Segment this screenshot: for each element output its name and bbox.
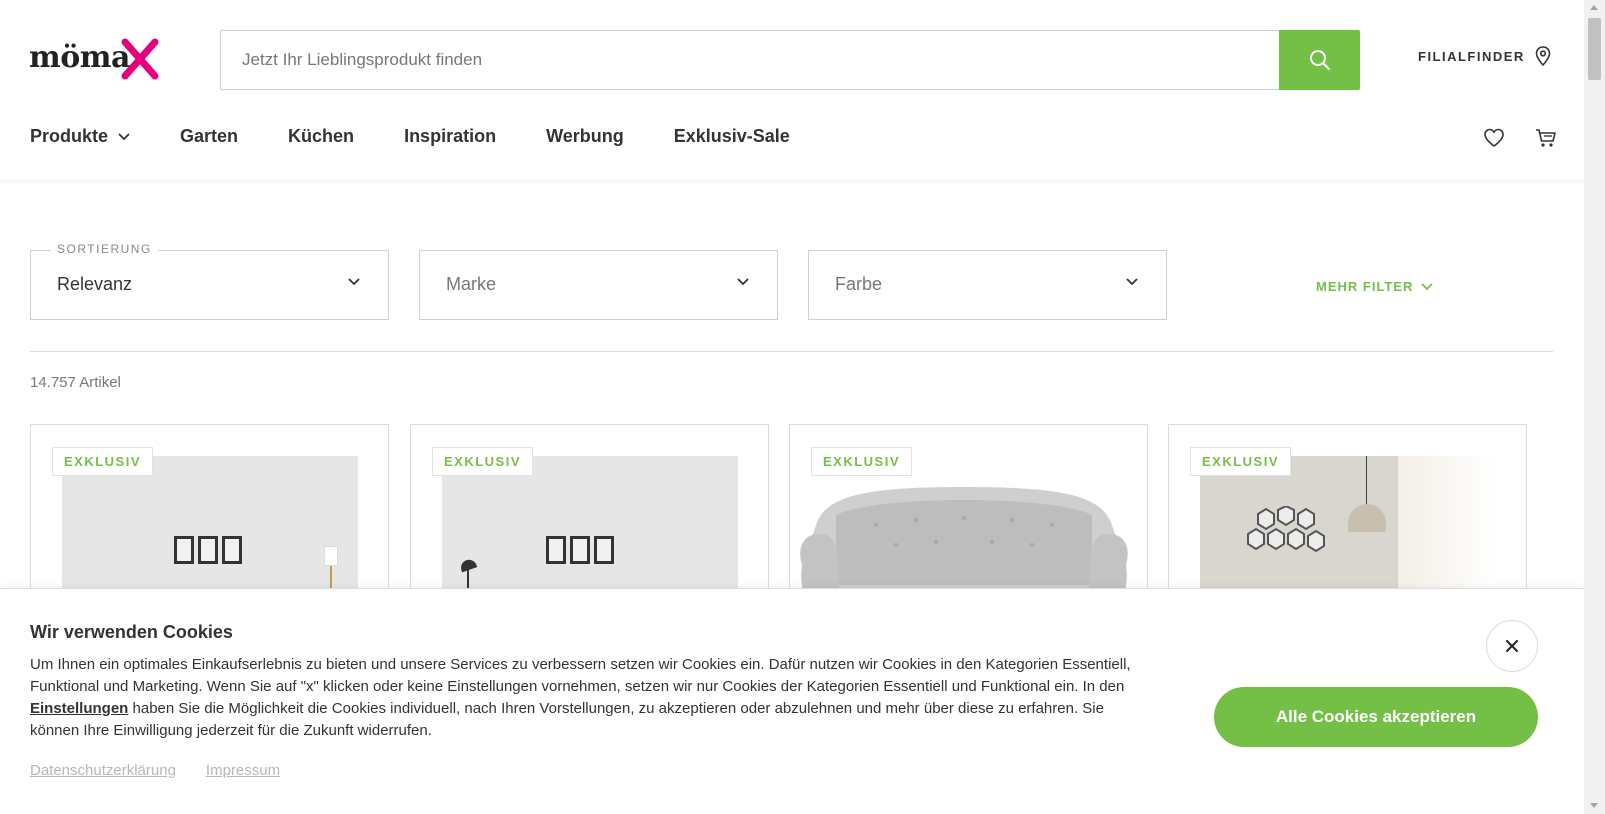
privacy-policy-link[interactable]: Datenschutzerklärung [30, 762, 176, 779]
filter-divider [30, 351, 1553, 352]
nav-item-label: Inspiration [404, 126, 497, 146]
scrollbar-thumb[interactable] [1588, 18, 1601, 80]
site-header: möma FILIALFINDER Pro [0, 0, 1584, 180]
scroll-down-arrow[interactable] [1590, 803, 1598, 808]
heart-icon [1484, 128, 1504, 147]
sort-select[interactable]: SORTIERUNG Relevanz [30, 242, 389, 320]
search-button[interactable] [1279, 30, 1360, 90]
brand-filter-select[interactable]: Marke [419, 250, 778, 320]
cookie-title: Wir verwenden Cookies [30, 622, 233, 642]
filialfinder-label: FILIALFINDER [1418, 48, 1525, 64]
more-filters-button[interactable]: MEHR FILTER [1316, 279, 1434, 294]
brand-filter-placeholder: Marke [446, 274, 497, 294]
chevron-down-icon [1421, 282, 1434, 290]
search-input[interactable] [221, 31, 1279, 89]
nav-item-inspiration[interactable]: Inspiration [404, 126, 496, 147]
wall-frames [174, 536, 242, 564]
nav-item-label: Werbung [546, 126, 624, 146]
chevron-down-icon [348, 278, 360, 286]
nav-item-label: Exklusiv-Sale [673, 126, 790, 146]
accept-all-cookies-button[interactable]: Alle Cookies akzeptieren [1214, 687, 1538, 747]
location-pin-icon [1535, 46, 1551, 66]
filialfinder-link[interactable]: FILIALFINDER [1418, 46, 1551, 66]
nav-item-label: Garten [180, 126, 239, 146]
color-filter-placeholder: Farbe [835, 274, 883, 294]
close-icon [1506, 640, 1518, 652]
logo-text: möma [29, 40, 130, 75]
main-navigation: Produkte Garten Küchen Inspiration Werbu… [30, 126, 840, 147]
nav-item-werbung[interactable]: Werbung [546, 126, 624, 147]
cookie-footer-links: Datenschutzerklärung Impressum [30, 762, 280, 779]
chevron-down-icon [118, 132, 130, 140]
cookie-close-button[interactable] [1486, 620, 1538, 672]
pendant-lamp [1348, 504, 1386, 532]
exklusiv-badge: EXKLUSIV [432, 447, 534, 476]
lamp-shade [324, 546, 338, 566]
hexagon-mirrors [1247, 506, 1325, 553]
page: möma FILIALFINDER Pro [0, 0, 1605, 814]
exklusiv-badge: EXKLUSIV [811, 447, 913, 476]
search-icon [1309, 50, 1330, 70]
pendant-cord [1366, 456, 1367, 506]
exklusiv-badge: EXKLUSIV [1190, 447, 1292, 476]
page-scrollbar[interactable] [1584, 0, 1605, 814]
cart-icon [1536, 129, 1556, 147]
nav-item-label: Produkte [30, 126, 109, 146]
nav-item-kuechen[interactable]: Küchen [288, 126, 354, 147]
filter-bar: SORTIERUNG Relevanz Marke Farbe MEHR FIL… [30, 242, 1553, 320]
nav-item-label: Küchen [288, 126, 355, 146]
cookie-banner: Wir verwenden Cookies Um Ihnen ein optim… [0, 588, 1584, 814]
moemax-logo[interactable]: möma [29, 38, 164, 82]
header-actions [1482, 126, 1558, 150]
cookie-text-part1: Um Ihnen ein optimales Einkaufserlebnis … [30, 656, 1131, 695]
cookie-description: Um Ihnen ein optimales Einkaufserlebnis … [30, 654, 1150, 742]
wall-frames [546, 536, 614, 564]
cart-button[interactable] [1534, 126, 1558, 150]
sort-value: Relevanz [57, 274, 133, 294]
cookie-settings-link[interactable]: Einstellungen [30, 700, 128, 717]
imprint-link[interactable]: Impressum [206, 762, 280, 779]
color-filter-select[interactable]: Farbe [808, 250, 1167, 320]
nav-item-exklusiv-sale[interactable]: Exklusiv-Sale [674, 126, 790, 147]
result-count: 14.757 Artikel [30, 374, 121, 391]
search-bar [220, 30, 1360, 90]
more-filters-label: MEHR FILTER [1316, 279, 1414, 294]
logo-x-mark [121, 38, 159, 80]
wishlist-button[interactable] [1482, 126, 1506, 150]
chevron-down-icon [1126, 278, 1138, 286]
cookie-text-part2: haben Sie die Möglichkeit die Cookies in… [30, 700, 1104, 739]
exklusiv-badge: EXKLUSIV [52, 447, 154, 476]
nav-item-produkte[interactable]: Produkte [30, 126, 130, 147]
nav-item-garten[interactable]: Garten [180, 126, 238, 147]
chevron-down-icon [737, 278, 749, 286]
sort-legend: SORTIERUNG [51, 242, 158, 256]
scroll-up-arrow[interactable] [1590, 5, 1598, 10]
